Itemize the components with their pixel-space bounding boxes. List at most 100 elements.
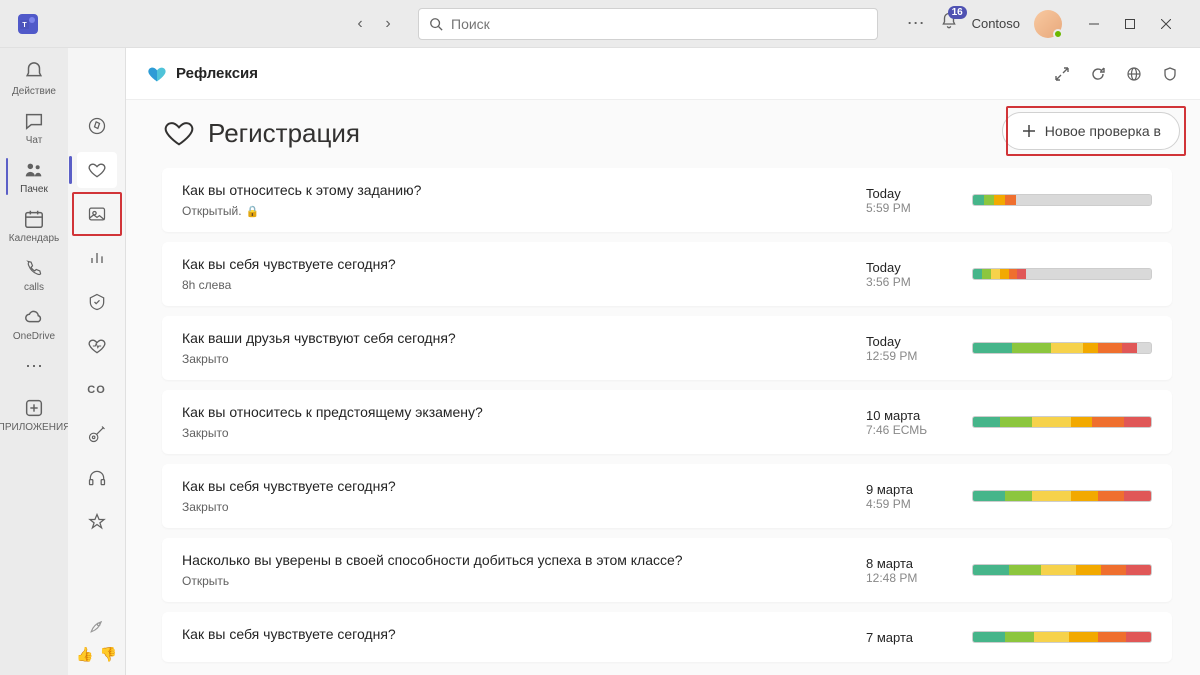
heart-outline-icon — [162, 116, 196, 150]
checkin-question: Как вы себя чувствуете сегодня? — [182, 478, 866, 494]
globe-button[interactable] — [1124, 64, 1144, 84]
page-title: Регистрация — [208, 118, 360, 149]
checkin-card[interactable]: Насколько вы уверены в своей способности… — [162, 538, 1172, 602]
secondary-rail: CO 👍 👎 — [68, 48, 126, 675]
checkin-question: Как вы относитесь к предстоящему экзамен… — [182, 404, 866, 420]
rail-activity[interactable]: Действие — [4, 54, 64, 103]
new-checkin-button[interactable]: Новое проверка в — [1002, 112, 1180, 150]
back-button[interactable]: ‹ — [350, 15, 370, 33]
presence-icon — [1053, 29, 1063, 39]
checkin-status: Закрыто — [182, 426, 866, 440]
response-bar — [972, 194, 1152, 206]
guitar-icon — [87, 424, 107, 444]
checkin-status: Открыть — [182, 574, 866, 588]
checkin-date: 10 марта7:46 ЕСМЬ — [866, 408, 956, 437]
checkin-date: Today12:59 PM — [866, 334, 956, 363]
checkin-card[interactable]: Как вы себя чувствуете сегодня?8h слеваT… — [162, 242, 1172, 306]
response-bar — [972, 631, 1152, 643]
minimize-button[interactable] — [1076, 8, 1112, 40]
checkin-card[interactable]: Как вы относитесь к предстоящему экзамен… — [162, 390, 1172, 454]
star-icon — [87, 512, 107, 532]
checkin-date: Today3:56 PM — [866, 260, 956, 289]
sec-pulse[interactable] — [77, 328, 117, 364]
badge-icon — [87, 292, 107, 312]
more-icon: ⋯ — [22, 354, 46, 378]
main-area: Рефлексия Регистрация Новое проверка в К… — [126, 48, 1200, 675]
notifications-button[interactable]: 16 — [940, 12, 958, 35]
checkin-question: Как ваши друзья чувствуют себя сегодня? — [182, 330, 866, 346]
pulse-icon — [87, 336, 107, 356]
maximize-button[interactable] — [1112, 8, 1148, 40]
rail-chat[interactable]: Чат — [4, 103, 64, 152]
search-box[interactable] — [418, 8, 878, 40]
sec-chart[interactable] — [77, 240, 117, 276]
thumbs-down-icon[interactable]: 👎 — [100, 646, 117, 663]
checkin-card[interactable]: Как вы относитесь к этому заданию?Открыт… — [162, 168, 1172, 232]
checkin-date: 7 марта — [866, 630, 956, 645]
compass-icon — [87, 116, 107, 136]
checkin-card[interactable]: Как вы себя чувствуете сегодня?7 марта — [162, 612, 1172, 662]
rail-apps[interactable]: ПРИЛОЖЕНИЯ — [4, 390, 64, 439]
checkin-date: 9 марта4:59 PM — [866, 482, 956, 511]
nav-arrows: ‹ › — [350, 15, 398, 33]
lock-icon: 🔒 — [246, 205, 260, 218]
sec-reflect[interactable] — [77, 152, 117, 188]
sec-blue-app[interactable] — [77, 548, 117, 584]
collapse-button[interactable] — [1052, 64, 1072, 84]
svg-text:T: T — [22, 22, 27, 29]
avatar[interactable] — [1034, 10, 1062, 38]
chart-icon — [87, 248, 107, 268]
checkin-question: Как вы себя чувствуете сегодня? — [182, 626, 866, 642]
sec-co[interactable]: CO — [77, 372, 117, 408]
app-rail: Действие Чат Пачек Календарь calls OneDr… — [0, 48, 68, 675]
rail-teams[interactable]: Пачек — [4, 152, 64, 201]
checkin-date: 8 марта12:48 PM — [866, 556, 956, 585]
cloud-icon — [22, 305, 46, 329]
response-bar — [972, 342, 1152, 354]
rail-onedrive[interactable]: OneDrive — [4, 299, 64, 348]
rail-calendar[interactable]: Календарь — [4, 201, 64, 250]
checkin-date: Today5:59 PM — [866, 186, 956, 215]
checkin-card[interactable]: Как ваши друзья чувствуют себя сегодня? З… — [162, 316, 1172, 380]
checkin-question: Насколько вы уверены в своей способности… — [182, 552, 866, 568]
more-button[interactable]: ⋯ — [907, 13, 926, 34]
checkin-question: Как вы относитесь к этому заданию? — [182, 182, 866, 198]
rail-label: ПРИЛОЖЕНИЯ — [0, 422, 70, 433]
checkin-status: Закрыто — [182, 500, 866, 514]
rail-more[interactable]: ⋯ — [4, 348, 64, 384]
close-button[interactable] — [1148, 8, 1184, 40]
refresh-button[interactable] — [1088, 64, 1108, 84]
search-input[interactable] — [451, 16, 867, 32]
rocket-icon[interactable] — [87, 616, 107, 636]
tenant-name[interactable]: Contoso — [972, 16, 1020, 31]
sec-headphones[interactable] — [77, 460, 117, 496]
response-bar — [972, 490, 1152, 502]
apps-icon — [22, 396, 46, 420]
rail-label: Календарь — [9, 233, 59, 244]
rail-calls[interactable]: calls — [4, 250, 64, 299]
forward-button[interactable]: › — [378, 15, 398, 33]
sec-star[interactable] — [77, 504, 117, 540]
checkin-status: Закрыто — [182, 352, 866, 366]
rail-label: Чат — [26, 135, 43, 146]
shield-button[interactable] — [1160, 64, 1180, 84]
teams-logo-icon: T — [16, 12, 40, 36]
plus-icon — [1021, 123, 1037, 139]
bell-icon — [22, 60, 46, 84]
notification-badge: 16 — [948, 6, 967, 19]
teams-icon — [22, 158, 46, 182]
checkin-list: Как вы относитесь к этому заданию? Открыт… — [162, 168, 1172, 662]
headphones-icon — [87, 468, 107, 488]
sec-compass[interactable] — [77, 108, 117, 144]
checkin-question: Как вы себя чувствуете сегодня? — [182, 256, 866, 272]
checkin-card[interactable]: Как вы себя чувствуете сегодня? Закрыто9 … — [162, 464, 1172, 528]
heart-icon — [87, 160, 107, 180]
titlebar: T ‹ › ⋯ 16 Contoso — [0, 0, 1200, 48]
thumbs-up-icon[interactable]: 👍 — [76, 646, 93, 663]
sec-badge[interactable] — [77, 284, 117, 320]
response-bar — [972, 416, 1152, 428]
sec-photo[interactable] — [77, 196, 117, 232]
content-area: Регистрация Новое проверка в Как вы отно… — [126, 100, 1200, 675]
sec-guitar[interactable] — [77, 416, 117, 452]
response-bar — [972, 564, 1152, 576]
